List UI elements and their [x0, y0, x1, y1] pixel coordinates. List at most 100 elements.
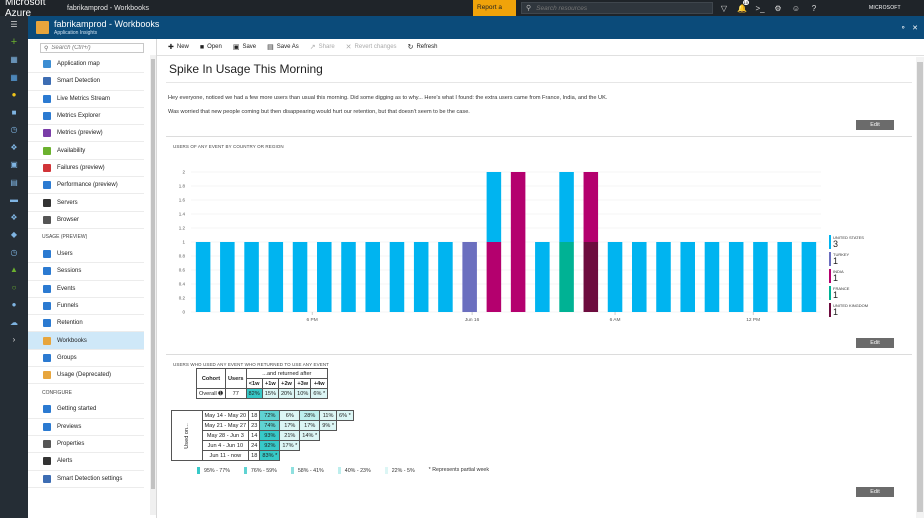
- menu-icon[interactable]: ☰: [0, 16, 28, 34]
- retention-cell[interactable]: 92%: [259, 440, 281, 451]
- nav-item-properties[interactable]: Properties: [28, 436, 144, 454]
- bar-segment[interactable]: [656, 242, 671, 312]
- legend-item[interactable]: FRANCE 1: [829, 286, 909, 300]
- search-box[interactable]: ⚲: [521, 2, 713, 14]
- bar-segment[interactable]: [704, 242, 720, 312]
- bar-segment[interactable]: [559, 242, 574, 312]
- nav-item-metrics-preview[interactable]: Metrics (preview): [28, 125, 144, 143]
- create-resource-icon[interactable]: +: [0, 34, 28, 52]
- bar-segment[interactable]: [268, 242, 284, 312]
- save-as-button[interactable]: ▤ Save As: [267, 43, 299, 51]
- retention-cell[interactable]: 6%: [279, 410, 301, 421]
- revert-button[interactable]: ✕ Revert changes: [346, 43, 397, 51]
- bar-segment[interactable]: [777, 242, 792, 312]
- bar-segment[interactable]: [801, 242, 817, 312]
- security-icon[interactable]: ▲: [0, 261, 28, 279]
- menu-scroll-thumb[interactable]: [151, 59, 155, 489]
- bar-segment[interactable]: [753, 242, 768, 312]
- bar-segment[interactable]: [195, 242, 211, 312]
- nav-item-previews[interactable]: Previews: [28, 419, 144, 436]
- nav-item-events[interactable]: Events: [28, 281, 144, 298]
- vm-icon[interactable]: ▣: [0, 156, 28, 174]
- nav-item-usage-deprecated[interactable]: Usage (Deprecated): [28, 367, 144, 385]
- help-icon[interactable]: ?: [805, 4, 823, 13]
- all-resources-icon[interactable]: ▦: [0, 69, 28, 87]
- retention-cell[interactable]: 6% *: [310, 388, 329, 399]
- bar-segment[interactable]: [607, 242, 623, 312]
- bar-segment[interactable]: [341, 242, 356, 312]
- retention-cell[interactable]: 17%: [279, 420, 301, 431]
- clock-icon[interactable]: ◷: [0, 121, 28, 139]
- nav-item-smart-detection-settings[interactable]: Smart Detection settings: [28, 471, 144, 488]
- bar-segment[interactable]: [389, 242, 405, 312]
- expand-icon[interactable]: ›: [0, 331, 28, 349]
- nav-item-servers[interactable]: Servers: [28, 194, 144, 212]
- nav-item-failures-preview[interactable]: Failures (preview): [28, 160, 144, 178]
- nav-item-metrics-explorer[interactable]: Metrics Explorer: [28, 108, 144, 126]
- content-scroll-thumb[interactable]: [917, 62, 923, 512]
- monitor-icon[interactable]: ■: [0, 104, 28, 122]
- filter-icon[interactable]: ▽: [715, 4, 733, 13]
- nav-item-sessions[interactable]: Sessions: [28, 263, 144, 281]
- pin-icon[interactable]: ⚬: [900, 24, 906, 32]
- retention-cell[interactable]: 83% *: [259, 450, 281, 461]
- nav-item-alerts[interactable]: Alerts: [28, 453, 144, 471]
- close-icon[interactable]: ✕: [912, 24, 918, 32]
- info-icon[interactable]: ➊: [218, 391, 223, 397]
- bar-segment[interactable]: [632, 242, 647, 312]
- bar-segment[interactable]: [365, 242, 380, 312]
- legend-item[interactable]: UNITED STATES 3: [829, 235, 909, 249]
- bar-segment[interactable]: [583, 242, 599, 312]
- menu-search-input[interactable]: [51, 45, 142, 51]
- settings-icon[interactable]: ⚙: [769, 4, 787, 13]
- retention-cell[interactable]: 82%: [245, 388, 263, 399]
- bar-segment[interactable]: [292, 242, 308, 312]
- edit-button-retention[interactable]: Edit: [856, 487, 894, 497]
- cloud-shell-icon[interactable]: >_: [751, 4, 769, 13]
- retention-cell[interactable]: 10%: [294, 388, 312, 399]
- network-icon[interactable]: ❖: [0, 139, 28, 157]
- retention-cell[interactable]: 21%: [279, 430, 301, 441]
- refresh-button[interactable]: ↻ Refresh: [408, 43, 438, 51]
- new-button[interactable]: ✚ New: [168, 43, 189, 51]
- retention-cell[interactable]: 15%: [261, 388, 279, 399]
- sql-icon[interactable]: ▤: [0, 174, 28, 192]
- bar-segment[interactable]: [438, 242, 453, 312]
- nav-item-workbooks[interactable]: Workbooks: [28, 332, 144, 350]
- storage-icon[interactable]: ▬: [0, 191, 28, 209]
- dashboard-icon[interactable]: ▦: [0, 51, 28, 69]
- bar-segment[interactable]: [535, 242, 550, 312]
- bar-segment[interactable]: [244, 242, 259, 312]
- nav-item-application-map[interactable]: Application map: [28, 56, 144, 74]
- legend-item[interactable]: INDIA 1: [829, 269, 909, 283]
- retention-cell[interactable]: 11%: [319, 410, 338, 421]
- report-bug-button[interactable]: Report a bug: [473, 0, 516, 27]
- bar-segment[interactable]: [220, 242, 235, 312]
- retention-cell[interactable]: 17%: [299, 420, 321, 431]
- retention-cell[interactable]: 74%: [259, 420, 281, 431]
- bar-segment[interactable]: [462, 242, 477, 312]
- feedback-icon[interactable]: ☺: [787, 4, 805, 13]
- nav-item-retention[interactable]: Retention: [28, 315, 144, 333]
- nav-item-live-metrics-stream[interactable]: Live Metrics Stream: [28, 91, 144, 108]
- retention-cell[interactable]: 93%: [259, 430, 281, 441]
- legend-item[interactable]: TURKEY 1: [829, 252, 909, 266]
- retention-cell[interactable]: 20%: [277, 388, 296, 399]
- bar-segment[interactable]: [680, 242, 695, 312]
- lightbulb-icon[interactable]: ●: [0, 86, 28, 104]
- retention-cell[interactable]: 28%: [299, 410, 321, 421]
- bar-segment[interactable]: [486, 172, 502, 242]
- retention-cell[interactable]: 17% *: [279, 440, 301, 451]
- nav-item-funnels[interactable]: Funnels: [28, 298, 144, 316]
- search-input[interactable]: [536, 4, 697, 12]
- cosmos-icon[interactable]: ❖: [0, 209, 28, 227]
- bar-segment[interactable]: [413, 242, 429, 312]
- bar-segment[interactable]: [728, 242, 744, 312]
- bar-segment[interactable]: [583, 172, 599, 242]
- account-name[interactable]: MICROSOFT: [869, 5, 901, 11]
- bar-segment[interactable]: [559, 172, 574, 242]
- nav-item-groups[interactable]: Groups: [28, 350, 144, 368]
- retention-cell[interactable]: 72%: [259, 410, 281, 421]
- bar-segment[interactable]: [510, 172, 526, 312]
- cost-icon[interactable]: ○: [0, 279, 28, 297]
